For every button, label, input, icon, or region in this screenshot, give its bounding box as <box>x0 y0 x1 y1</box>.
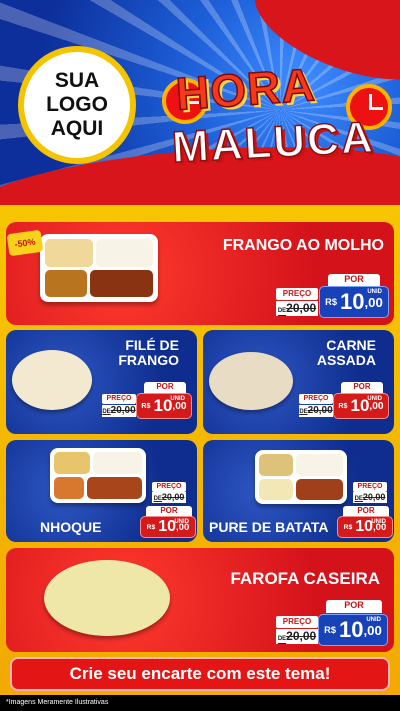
preco-label: PREÇO <box>353 482 387 492</box>
product-card-farofa-caseira[interactable]: FAROFA CASEIRA POR PREÇO DE20,00 R$ 10,00… <box>6 548 394 652</box>
product-card-frango-ao-molho[interactable]: FRANGO AO MOLHO POR PREÇO DE20,00 R$ 10,0… <box>6 222 394 325</box>
unit-label: UNID <box>366 617 381 623</box>
food-side <box>54 477 84 499</box>
title-hora: HORA <box>174 57 318 120</box>
price-dec: ,00 <box>363 622 382 638</box>
food-pure <box>259 479 293 500</box>
food-rice <box>93 452 142 474</box>
currency: R$ <box>141 402 151 410</box>
preco-label: PREÇO <box>276 288 318 300</box>
product-card-file-de-frango[interactable]: FILÉ DE FRANGO POR PREÇO DE20,00 R$ 10,00… <box>6 330 197 434</box>
preco-label: PREÇO <box>276 616 318 628</box>
price-box: R$ 10,00 UNID <box>333 393 389 419</box>
product-name: CARNE ASSADA <box>316 337 376 368</box>
product-card-carne-assada[interactable]: CARNE ASSADA POR PREÇO DE20,00 R$ 10,00 U… <box>203 330 394 434</box>
footer-disclaimer: *Imagens Meramente Ilustrativas <box>0 695 400 711</box>
food-meat <box>296 479 343 500</box>
currency: R$ <box>146 523 156 531</box>
old-price: DE20,00 <box>102 405 136 417</box>
food-tray-image <box>50 448 146 503</box>
currency: R$ <box>343 523 353 531</box>
food-farofa <box>45 270 87 297</box>
price-dec: ,00 <box>369 400 384 412</box>
preco-label: PREÇO <box>299 394 333 404</box>
unit-label: UNID <box>367 289 382 295</box>
por-label: POR <box>326 600 382 613</box>
old-price: DE20,00 <box>299 405 333 417</box>
food-chicken <box>90 270 153 297</box>
food-rice <box>296 454 343 476</box>
food-bowl-image <box>12 350 92 410</box>
price-dec: ,00 <box>364 294 383 310</box>
food-rice <box>96 239 153 267</box>
unit-label: UNID <box>367 396 382 402</box>
old-price: DE20,00 <box>276 301 318 316</box>
cta-banner[interactable]: Crie seu encarte com este tema! <box>10 657 390 691</box>
price-int: 10 <box>338 617 364 642</box>
price-dec: ,00 <box>172 400 187 412</box>
product-name: FILÉ DE FRANGO <box>118 337 179 368</box>
price-int: 10 <box>339 289 365 314</box>
product-name: NHOQUE <box>40 519 102 535</box>
price-box: R$ 10,00 UNID <box>136 393 192 419</box>
logo-text: SUA LOGO AQUI <box>46 69 108 140</box>
food-salad <box>259 454 293 476</box>
price-box: R$ 10,00 UNID <box>318 614 388 646</box>
price-box: R$ 10,00 UNID <box>319 286 389 318</box>
unit-label: UNID <box>174 519 189 525</box>
currency: R$ <box>325 297 337 307</box>
food-salad <box>45 239 93 267</box>
price-box: R$ 10,00 UNID <box>337 516 393 538</box>
product-card-nhoque[interactable]: PREÇO DE20,00 POR R$ 10,00 UNID NHOQUE <box>6 440 197 542</box>
product-name: PURE DE BATATA <box>209 519 329 535</box>
old-price: DE20,00 <box>276 629 318 644</box>
product-card-pure-de-batata[interactable]: PREÇO DE20,00 POR R$ 10,00 UNID PURE DE B… <box>203 440 394 542</box>
unit-label: UNID <box>170 396 185 402</box>
unit-label: UNID <box>371 519 386 525</box>
preco-label: PREÇO <box>152 482 186 492</box>
currency: R$ <box>338 402 348 410</box>
price-box: R$ 10,00 UNID <box>140 516 196 538</box>
preco-label: PREÇO <box>102 394 136 404</box>
discount-badge: -50% <box>6 229 44 257</box>
food-tray-image <box>255 450 347 504</box>
food-gnocchi <box>87 477 142 499</box>
logo-placeholder[interactable]: SUA LOGO AQUI <box>18 46 136 164</box>
product-name: FRANGO AO MOLHO <box>222 237 384 254</box>
por-label: POR <box>341 382 383 393</box>
food-salad <box>54 452 90 474</box>
food-bowl-image <box>209 352 293 410</box>
header-banner: SUA LOGO AQUI HORA MALUCA <box>0 0 400 205</box>
currency: R$ <box>324 625 336 635</box>
food-bowl-image <box>44 560 170 636</box>
old-price: DE20,00 <box>353 492 387 503</box>
title-maluca: MALUCA <box>170 112 376 173</box>
por-label: POR <box>144 382 186 393</box>
product-name: FAROFA CASEIRA <box>230 569 380 588</box>
old-price: DE20,00 <box>152 492 186 503</box>
food-tray-image <box>40 234 158 302</box>
